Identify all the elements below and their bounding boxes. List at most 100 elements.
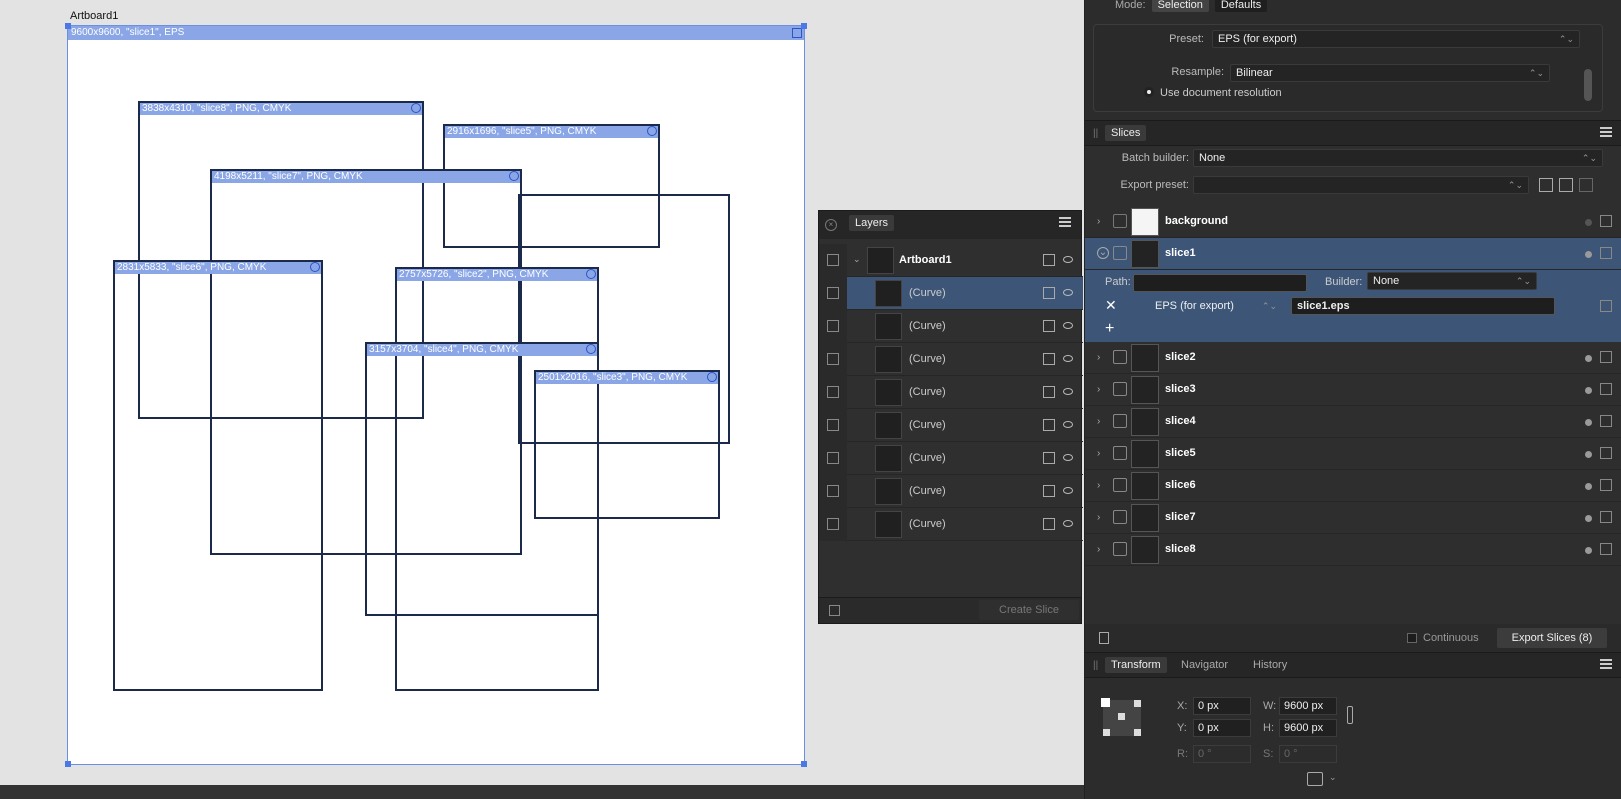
resize-handle[interactable]	[65, 23, 71, 29]
artboard-title[interactable]: Artboard1	[70, 10, 118, 22]
w-input[interactable]: 9600 px	[1279, 697, 1337, 715]
shear-input[interactable]: 0 °	[1279, 745, 1337, 763]
eye-icon[interactable]	[1063, 322, 1073, 329]
rotation-input[interactable]: 0 °	[1193, 745, 1251, 763]
resample-dropdown[interactable]: Bilinear ⌃⌄	[1230, 64, 1550, 82]
create-slice-button[interactable]: Create Slice	[979, 600, 1079, 620]
layer-row-curve[interactable]: (Curve)	[819, 475, 1083, 508]
tab-layers[interactable]: Layers	[849, 215, 895, 231]
export-icon[interactable]	[1600, 215, 1612, 227]
eye-icon[interactable]	[1063, 355, 1073, 362]
preset-delete-icon[interactable]	[1579, 178, 1593, 192]
slice-row-slice6[interactable]: › slice6	[1085, 470, 1621, 502]
slice-handle-icon[interactable]	[310, 262, 320, 272]
export-icon[interactable]	[1600, 479, 1612, 491]
eye-icon[interactable]	[1063, 256, 1073, 263]
export-icon[interactable]	[1600, 415, 1612, 427]
export-icon[interactable]	[827, 353, 839, 365]
preset-add-icon[interactable]	[1539, 178, 1553, 192]
slice-row-background[interactable]: › background	[1085, 206, 1621, 238]
export-icon[interactable]	[827, 287, 839, 299]
builder-dropdown[interactable]: None ⌃⌄	[1367, 272, 1537, 290]
eye-icon[interactable]	[1063, 388, 1073, 395]
export-icon[interactable]	[1600, 300, 1612, 312]
chevron-down-icon[interactable]: ⌄	[1097, 247, 1109, 259]
layer-slice-icon[interactable]	[1043, 485, 1055, 497]
eye-icon[interactable]	[1063, 421, 1073, 428]
chevron-right-icon[interactable]: ›	[1097, 448, 1100, 459]
trash-icon[interactable]	[1099, 632, 1109, 644]
chevron-right-icon[interactable]: ›	[1097, 512, 1100, 523]
format-dropdown[interactable]: EPS (for export) ⌃⌄	[1149, 297, 1283, 315]
slice-row-slice5[interactable]: › slice5	[1085, 438, 1621, 470]
slice-row-slice1[interactable]: ⌄ slice1	[1085, 238, 1621, 270]
eye-icon[interactable]	[1063, 454, 1073, 461]
slice-handle-icon[interactable]	[586, 269, 596, 279]
grip-icon[interactable]: ||	[1093, 660, 1098, 671]
mode-defaults-button[interactable]: Defaults	[1214, 0, 1268, 12]
layer-row-curve[interactable]: (Curve)	[819, 277, 1083, 310]
chevron-right-icon[interactable]: ›	[1097, 384, 1100, 395]
batch-builder-dropdown[interactable]: None ⌃⌄	[1193, 149, 1603, 167]
link-icon[interactable]	[1347, 706, 1353, 724]
slice-row-slice4[interactable]: › slice4	[1085, 406, 1621, 438]
layer-slice-icon[interactable]	[1043, 353, 1055, 365]
add-format-icon[interactable]: +	[1105, 320, 1114, 338]
preset-dropdown[interactable]: EPS (for export) ⌃⌄	[1212, 30, 1580, 48]
export-icon[interactable]	[1600, 247, 1612, 259]
slice-handle-icon[interactable]	[411, 103, 421, 113]
h-input[interactable]: 9600 px	[1279, 719, 1337, 737]
export-icon[interactable]	[827, 485, 839, 497]
mode-selection-button[interactable]: Selection	[1151, 0, 1209, 12]
chevron-right-icon[interactable]: ›	[1097, 544, 1100, 555]
layer-slice-icon[interactable]	[1043, 518, 1055, 530]
slice-box-slice6[interactable]: 2831x5833, "slice6", PNG, CMYK	[113, 260, 323, 691]
layer-slice-icon[interactable]	[1043, 320, 1055, 332]
artboard[interactable]: 9600x9600, "slice1", EPS 3838x4310, "sli…	[65, 23, 807, 767]
x-input[interactable]: 0 px	[1193, 697, 1251, 715]
slice-handle-icon[interactable]	[509, 171, 519, 181]
export-icon[interactable]	[1600, 447, 1612, 459]
remove-format-icon[interactable]: ✕	[1105, 297, 1117, 314]
grip-icon[interactable]: ||	[1093, 128, 1098, 139]
eye-icon[interactable]	[1063, 487, 1073, 494]
tab-navigator[interactable]: Navigator	[1175, 657, 1234, 673]
filename-input[interactable]: slice1.eps	[1291, 297, 1555, 315]
scrollbar[interactable]	[1584, 69, 1592, 101]
layer-row-curve[interactable]: (Curve)	[819, 310, 1083, 343]
resize-handle[interactable]	[65, 761, 71, 767]
chevron-right-icon[interactable]: ›	[1097, 480, 1100, 491]
export-icon[interactable]	[827, 320, 839, 332]
resize-handle[interactable]	[801, 23, 807, 29]
export-icon[interactable]	[827, 518, 839, 530]
close-icon[interactable]: ×	[825, 219, 837, 231]
menu-icon[interactable]	[1059, 217, 1071, 227]
layer-row-artboard[interactable]: ⌄ Artboard1	[819, 244, 1083, 277]
export-icon[interactable]	[827, 452, 839, 464]
slice-handle-icon[interactable]	[707, 372, 717, 382]
y-input[interactable]: 0 px	[1193, 719, 1251, 737]
slice-row-slice7[interactable]: › slice7	[1085, 502, 1621, 534]
export-icon[interactable]	[1600, 511, 1612, 523]
layers-copy-icon[interactable]	[829, 605, 840, 616]
path-input[interactable]	[1133, 274, 1307, 292]
anchor-grid-icon[interactable]	[1101, 698, 1141, 736]
tab-history[interactable]: History	[1247, 657, 1293, 673]
layer-slice-icon[interactable]	[1043, 386, 1055, 398]
continuous-checkbox[interactable]	[1407, 633, 1417, 643]
layer-slice-icon[interactable]	[1043, 287, 1055, 299]
eye-icon[interactable]	[1063, 289, 1073, 296]
layer-slice-icon[interactable]	[1043, 419, 1055, 431]
export-slices-button[interactable]: Export Slices (8)	[1497, 628, 1607, 648]
layer-slice-icon[interactable]	[1043, 254, 1055, 266]
chevron-down-icon[interactable]: ⌄	[1329, 772, 1337, 783]
use-doc-res-radio[interactable]	[1144, 87, 1154, 97]
slice-row-slice3[interactable]: › slice3	[1085, 374, 1621, 406]
export-icon[interactable]	[827, 254, 839, 266]
chevron-right-icon[interactable]: ›	[1097, 216, 1100, 227]
layer-row-curve[interactable]: (Curve)	[819, 442, 1083, 475]
layer-row-curve[interactable]: (Curve)	[819, 508, 1083, 541]
transform-origin-icon[interactable]	[1307, 772, 1323, 786]
tab-transform[interactable]: Transform	[1105, 657, 1167, 673]
menu-icon[interactable]	[1600, 659, 1612, 669]
